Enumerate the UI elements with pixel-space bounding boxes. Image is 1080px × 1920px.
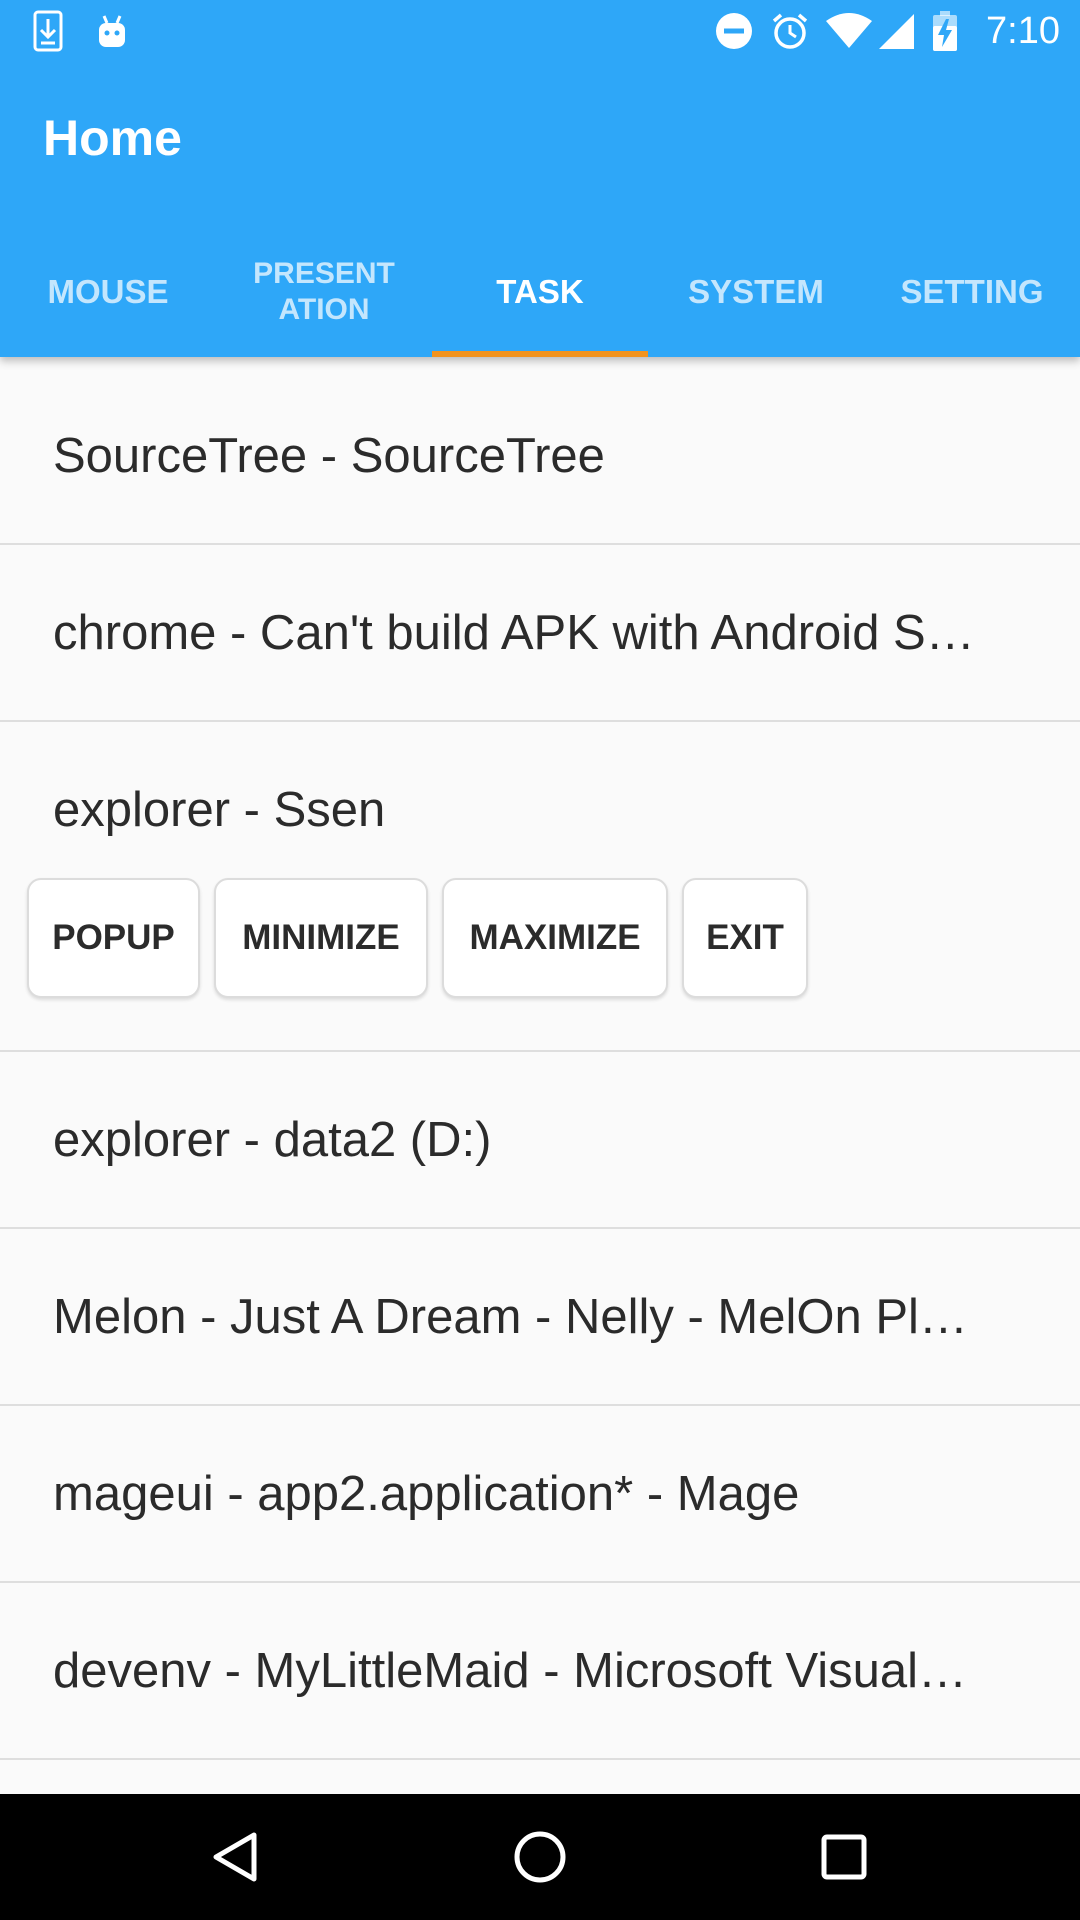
task-item-label: SourceTree - SourceTree — [53, 428, 605, 483]
task-item-label: devenv - MyLittleMaid - Microsoft Visual… — [53, 1643, 968, 1698]
task-item[interactable]: devenv - MyLittleMaid - Microsoft Visual… — [0, 1583, 1080, 1760]
home-icon[interactable] — [510, 1827, 570, 1887]
navigation-bar — [0, 1794, 1080, 1920]
minimize-button[interactable]: MINIMIZE — [214, 878, 428, 998]
task-actions: POPUP MINIMIZE MAXIMIZE EXIT — [27, 878, 1030, 998]
app-bar: 7:10 Home MOUSE PRESENT ATION TASK SYSTE… — [0, 0, 1080, 357]
popup-button[interactable]: POPUP — [27, 878, 200, 998]
download-icon — [28, 10, 68, 52]
cell-signal-icon — [876, 10, 916, 52]
tab-bar: MOUSE PRESENT ATION TASK SYSTEM SETTING — [0, 240, 1080, 357]
battery-charging-icon — [930, 10, 960, 52]
tab-presentation-label: PRESENT ATION — [253, 256, 395, 326]
task-item[interactable]: SourceTree - SourceTree — [0, 368, 1080, 545]
task-item-label: chrome - Can't build APK with Android S… — [53, 605, 975, 660]
status-bar: 7:10 — [0, 0, 1080, 64]
tab-system[interactable]: SYSTEM — [648, 240, 864, 357]
exit-button[interactable]: EXIT — [682, 878, 808, 998]
task-item-label: explorer - Ssen — [53, 783, 386, 837]
tab-setting[interactable]: SETTING — [864, 240, 1080, 357]
do-not-disturb-icon — [714, 10, 754, 52]
back-icon[interactable] — [206, 1827, 266, 1887]
task-item-expanded[interactable]: explorer - Ssen POPUP MINIMIZE MAXIMIZE … — [0, 722, 1080, 1052]
task-item[interactable]: chrome - Can't build APK with Android S… — [0, 545, 1080, 722]
task-item-label: explorer - data2 (D:) — [53, 1112, 492, 1167]
alarm-icon — [768, 10, 812, 52]
recents-icon[interactable] — [814, 1827, 874, 1887]
task-item[interactable]: mageui - app2.application* - Mage — [0, 1406, 1080, 1583]
task-list: SourceTree - SourceTree chrome - Can't b… — [0, 368, 1080, 1760]
task-item[interactable]: explorer - data2 (D:) — [0, 1052, 1080, 1229]
status-time: 7:10 — [986, 10, 1060, 52]
wifi-icon — [824, 10, 874, 52]
tab-task[interactable]: TASK — [432, 240, 648, 357]
task-item-label: Melon - Just A Dream - Nelly - MelOn Pl… — [53, 1289, 968, 1344]
task-item[interactable]: Melon - Just A Dream - Nelly - MelOn Pl… — [0, 1229, 1080, 1406]
android-icon — [92, 10, 132, 52]
maximize-button[interactable]: MAXIMIZE — [442, 878, 668, 998]
task-item-label: mageui - app2.application* - Mage — [53, 1466, 800, 1521]
page-title: Home — [43, 110, 182, 166]
tab-mouse[interactable]: MOUSE — [0, 240, 216, 357]
tab-presentation[interactable]: PRESENT ATION — [216, 240, 432, 357]
